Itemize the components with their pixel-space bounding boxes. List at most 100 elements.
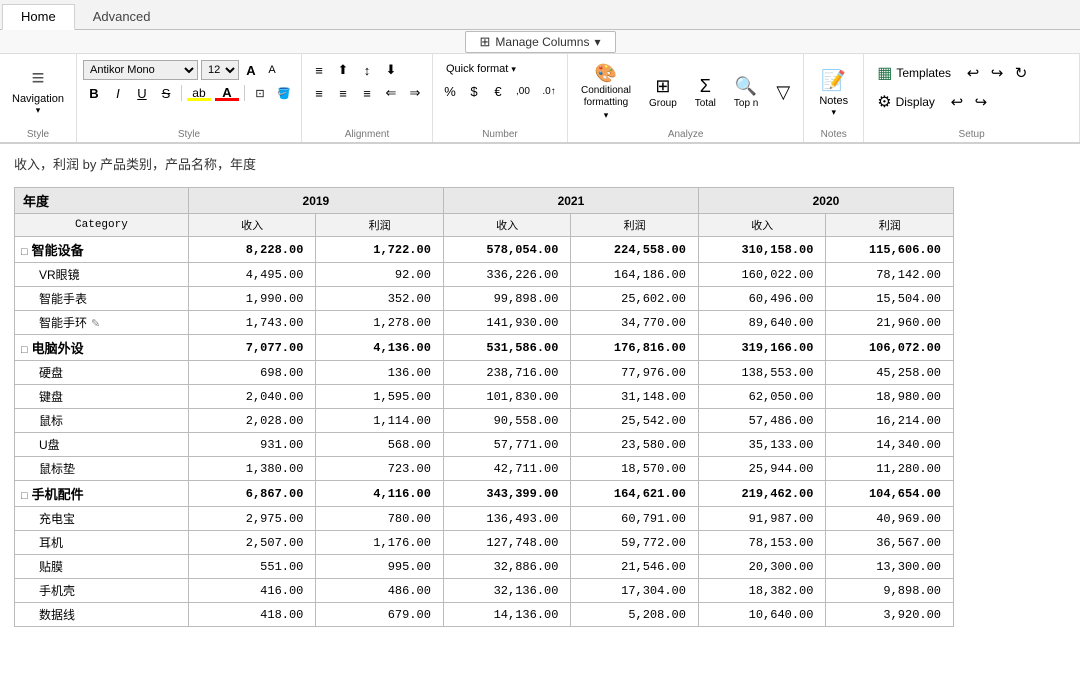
font-color-button[interactable]: A bbox=[214, 83, 240, 103]
cell-value: 138,553.00 bbox=[698, 361, 826, 385]
align-bottom-button[interactable]: ⬇ bbox=[380, 60, 402, 80]
cell-value: 57,486.00 bbox=[698, 409, 826, 433]
cell-value: 2,028.00 bbox=[188, 409, 316, 433]
col-profit-2020: 利润 bbox=[826, 214, 954, 237]
cell-value: 4,116.00 bbox=[316, 481, 444, 507]
cell-value: 1,380.00 bbox=[188, 457, 316, 481]
percent-button[interactable]: % bbox=[439, 81, 461, 101]
cell-value: 127,748.00 bbox=[443, 531, 571, 555]
pivot-table: 年度 2019 2021 2020 Category 收入 利润 收入 利润 收… bbox=[14, 187, 954, 627]
font-size-select[interactable]: 12 bbox=[201, 60, 239, 80]
cell-value: 310,158.00 bbox=[698, 237, 826, 263]
decrease-font-button[interactable]: A bbox=[263, 61, 281, 79]
align-top-button[interactable]: ⬆ bbox=[332, 60, 354, 80]
indent-decrease-button[interactable]: ⇐ bbox=[380, 83, 402, 103]
cell-value: 1,743.00 bbox=[188, 311, 316, 335]
subcategory-label: 手机壳 bbox=[21, 582, 75, 599]
tab-home[interactable]: Home bbox=[2, 4, 75, 30]
align-left-button[interactable]: ≡ bbox=[308, 83, 330, 103]
font-family-select[interactable]: Antikor Mono bbox=[83, 60, 198, 80]
align-right-button[interactable]: ≡ bbox=[356, 83, 378, 103]
option2-button[interactable]: ↪ bbox=[970, 91, 992, 113]
cell-value: 7,077.00 bbox=[188, 335, 316, 361]
decimal-increase-button[interactable]: .0↑ bbox=[537, 81, 561, 101]
filter-button[interactable]: ▽ bbox=[769, 79, 797, 106]
cell-value: 1,278.00 bbox=[316, 311, 444, 335]
increase-font-button[interactable]: A bbox=[242, 61, 260, 79]
cell-value: 5,208.00 bbox=[571, 603, 699, 627]
refresh-button[interactable]: ↻ bbox=[1010, 62, 1032, 84]
tab-advanced[interactable]: Advanced bbox=[75, 5, 169, 29]
cell-value: 32,886.00 bbox=[443, 555, 571, 579]
dollar-button[interactable]: $ bbox=[463, 81, 485, 101]
templates-button[interactable]: ▦ Templates bbox=[870, 60, 958, 86]
collapse-icon[interactable]: □ bbox=[21, 490, 28, 502]
group-icon: ⊞ bbox=[655, 76, 670, 97]
cell-value: 40,969.00 bbox=[826, 507, 954, 531]
notes-button[interactable]: 📝 Notes ▾ bbox=[812, 61, 855, 121]
cell-value: 176,816.00 bbox=[571, 335, 699, 361]
edit-icon[interactable]: ✎ bbox=[91, 318, 100, 330]
total-button[interactable]: Σ Total bbox=[688, 73, 723, 112]
templates-icon: ▦ bbox=[877, 63, 892, 83]
report-title: 收入，利润 by 产品类别，产品名称，年度 bbox=[14, 154, 1066, 173]
year-2019-header: 2019 bbox=[188, 188, 443, 214]
redo-button[interactable]: ↪ bbox=[986, 62, 1008, 84]
quick-format-button[interactable]: Quick format ▾ bbox=[439, 60, 523, 78]
collapse-icon[interactable]: □ bbox=[21, 344, 28, 356]
bold-button[interactable]: B bbox=[83, 83, 105, 103]
table-row: 鼠标2,028.001,114.0090,558.0025,542.0057,4… bbox=[15, 409, 954, 433]
strikethrough-button[interactable]: S bbox=[155, 83, 177, 103]
undo-button[interactable]: ↩ bbox=[962, 62, 984, 84]
cell-value: 14,136.00 bbox=[443, 603, 571, 627]
conditional-formatting-button[interactable]: 🎨 Conditionalformatting ▾ bbox=[574, 60, 638, 124]
cell-value: 35,133.00 bbox=[698, 433, 826, 457]
highlight-button[interactable]: ab bbox=[186, 83, 212, 103]
group-button[interactable]: ⊞ Group bbox=[642, 73, 684, 112]
collapse-icon[interactable]: □ bbox=[21, 246, 28, 258]
wrap-text-button[interactable]: ≡ bbox=[308, 60, 330, 80]
cell-value: 551.00 bbox=[188, 555, 316, 579]
top-n-button[interactable]: 🔍 Top n bbox=[727, 73, 765, 112]
cell-value: 77,976.00 bbox=[571, 361, 699, 385]
cell-value: 1,722.00 bbox=[316, 237, 444, 263]
italic-button[interactable]: I bbox=[107, 83, 129, 103]
cell-value: 16,214.00 bbox=[826, 409, 954, 433]
cell-value: 45,258.00 bbox=[826, 361, 954, 385]
border-button[interactable]: ⊡ bbox=[249, 83, 271, 103]
table-row: 智能手表1,990.00352.0099,898.0025,602.0060,4… bbox=[15, 287, 954, 311]
align-center-button[interactable]: ≡ bbox=[332, 83, 354, 103]
cell-value: 416.00 bbox=[188, 579, 316, 603]
fill-button[interactable]: 🪣 bbox=[273, 83, 295, 103]
cell-value: 18,382.00 bbox=[698, 579, 826, 603]
category-label: 手机配件 bbox=[32, 487, 84, 502]
col-revenue-2020: 收入 bbox=[698, 214, 826, 237]
subcategory-label: 鼠标 bbox=[21, 412, 63, 429]
cell-value: 2,040.00 bbox=[188, 385, 316, 409]
cell-value: 1,176.00 bbox=[316, 531, 444, 555]
cell-value: 931.00 bbox=[188, 433, 316, 457]
cond-format-arrow-icon: ▾ bbox=[604, 110, 609, 121]
cell-value: 59,772.00 bbox=[571, 531, 699, 555]
cell-value: 78,153.00 bbox=[698, 531, 826, 555]
navigation-button[interactable]: ≡ Navigation ▾ bbox=[6, 61, 70, 120]
align-middle-button[interactable]: ↕ bbox=[356, 60, 378, 80]
thousand-sep-button[interactable]: ,00 bbox=[511, 81, 535, 101]
option1-button[interactable]: ↩ bbox=[946, 91, 968, 113]
cell-value: 336,226.00 bbox=[443, 263, 571, 287]
cell-value: 352.00 bbox=[316, 287, 444, 311]
cell-value: 164,186.00 bbox=[571, 263, 699, 287]
filter-icon: ▽ bbox=[776, 82, 790, 103]
main-content: 收入，利润 by 产品类别，产品名称，年度 年度 2019 2021 2020 … bbox=[0, 144, 1080, 687]
col-revenue-2021: 收入 bbox=[443, 214, 571, 237]
cell-value: 57,771.00 bbox=[443, 433, 571, 457]
subcategory-label: U盘 bbox=[21, 436, 60, 453]
indent-increase-button[interactable]: ⇒ bbox=[404, 83, 426, 103]
cell-value: 15,504.00 bbox=[826, 287, 954, 311]
manage-columns-button[interactable]: ⊞ Manage Columns ▾ bbox=[465, 31, 616, 53]
underline-button[interactable]: U bbox=[131, 83, 153, 103]
euro-button[interactable]: € bbox=[487, 81, 509, 101]
total-icon: Σ bbox=[700, 76, 711, 97]
cell-value: 319,166.00 bbox=[698, 335, 826, 361]
display-button[interactable]: ⚙ Display bbox=[870, 89, 942, 115]
